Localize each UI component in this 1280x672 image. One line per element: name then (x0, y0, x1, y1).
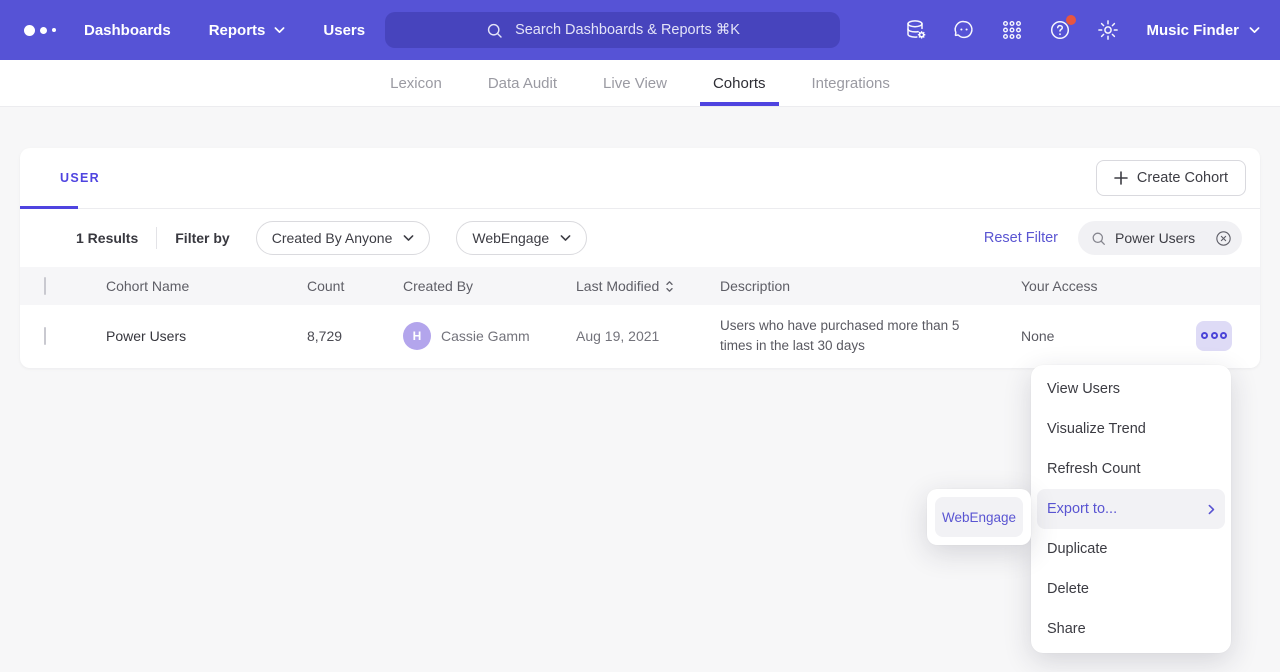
filter-by-label: Filter by (175, 230, 229, 246)
menu-item-label: Export to... (1047, 501, 1117, 517)
nav-item-dashboards[interactable]: Dashboards (84, 22, 171, 39)
access-cell: None (1021, 328, 1196, 344)
column-header-cohort-name[interactable]: Cohort Name (106, 278, 307, 294)
row-checkbox[interactable] (44, 327, 46, 345)
created-by-filter-dropdown[interactable]: Created By Anyone (256, 221, 431, 255)
table-row[interactable]: Power Users 8,729 H Cassie Gamm Aug 19, … (20, 305, 1260, 366)
row-select-cell (20, 328, 106, 344)
workspace-switcher[interactable]: Music Finder (1146, 22, 1260, 39)
workspace-name: Music Finder (1146, 22, 1239, 39)
column-header-your-access[interactable]: Your Access (1021, 278, 1196, 294)
menu-item-visualize-trend[interactable]: Visualize Trend (1031, 409, 1231, 449)
navbar-right-tools: Music Finder (904, 0, 1260, 60)
primary-nav: Dashboards Reports Users (84, 22, 365, 39)
menu-item-view-users[interactable]: View Users (1031, 369, 1231, 409)
column-header-count[interactable]: Count (307, 278, 403, 294)
nav-item-label: Reports (209, 22, 266, 39)
reset-filter-link[interactable]: Reset Filter (984, 230, 1058, 246)
created-by-name: Cassie Gamm (441, 328, 530, 344)
menu-item-delete[interactable]: Delete (1031, 569, 1231, 609)
cohort-search-box (1078, 221, 1242, 255)
description-cell: Users who have purchased more than 5 tim… (720, 316, 1021, 355)
select-all-checkbox[interactable] (44, 277, 46, 295)
results-count: 1 Results (76, 230, 138, 246)
chat-icon[interactable] (952, 18, 976, 42)
divider (156, 227, 157, 249)
help-icon[interactable] (1048, 18, 1072, 42)
filter-bar: 1 Results Filter by Created By Anyone We… (20, 209, 1260, 267)
tab-integrations[interactable]: Integrations (793, 60, 909, 106)
webengage-filter-value: WebEngage (472, 230, 549, 246)
row-actions-context-menu: View Users Visualize Trend Refresh Count… (1031, 365, 1231, 653)
nav-item-reports[interactable]: Reports (209, 22, 286, 39)
table-header-row: Cohort Name Count Created By Last Modifi… (20, 267, 1260, 305)
chevron-down-icon (274, 26, 285, 34)
export-to-submenu: WebEngage (927, 489, 1031, 545)
search-icon (485, 21, 504, 40)
top-navbar: Dashboards Reports Users Search Dashboar… (0, 0, 1280, 60)
column-header-created-by[interactable]: Created By (403, 278, 576, 294)
count-cell: 8,729 (307, 328, 403, 344)
chevron-down-icon (403, 234, 414, 242)
column-header-last-modified[interactable]: Last Modified (576, 278, 720, 294)
column-header-description[interactable]: Description (720, 278, 1021, 294)
chevron-down-icon (1249, 26, 1260, 34)
created-by-cell: H Cassie Gamm (403, 322, 576, 350)
cohort-search-input[interactable] (1115, 230, 1206, 246)
clear-search-icon[interactable] (1214, 229, 1233, 248)
submenu-item-webengage[interactable]: WebEngage (935, 497, 1023, 537)
tab-user[interactable]: USER (60, 171, 100, 185)
menu-item-export-to[interactable]: Export to... (1037, 489, 1225, 529)
card-header: USER Create Cohort (20, 148, 1260, 209)
row-actions-menu-button[interactable] (1196, 321, 1232, 351)
nav-item-label: Dashboards (84, 22, 171, 39)
cohorts-card: USER Create Cohort 1 Results Filter by C… (20, 148, 1260, 368)
tab-lexicon[interactable]: Lexicon (371, 60, 461, 106)
cohort-name-cell: Power Users (106, 328, 307, 344)
webengage-filter-dropdown[interactable]: WebEngage (456, 221, 587, 255)
notification-badge (1066, 15, 1076, 25)
apps-grid-icon[interactable] (1000, 18, 1024, 42)
create-cohort-button[interactable]: Create Cohort (1096, 160, 1246, 196)
active-tab-underline (20, 206, 78, 209)
column-header-label: Last Modified (576, 278, 659, 294)
data-settings-icon[interactable] (904, 18, 928, 42)
global-search-placeholder: Search Dashboards & Reports ⌘K (515, 22, 740, 38)
tab-live-view[interactable]: Live View (584, 60, 686, 106)
last-modified-cell: Aug 19, 2021 (576, 328, 720, 344)
avatar: H (403, 322, 431, 350)
search-icon (1090, 230, 1107, 247)
chevron-right-icon (1208, 504, 1215, 515)
sort-icon (665, 280, 674, 293)
section-tabbar: Lexicon Data Audit Live View Cohorts Int… (0, 60, 1280, 107)
plus-icon (1114, 171, 1128, 185)
menu-item-refresh-count[interactable]: Refresh Count (1031, 449, 1231, 489)
header-select-cell (20, 278, 106, 294)
tab-data-audit[interactable]: Data Audit (469, 60, 576, 106)
row-actions-cell (1196, 321, 1260, 351)
settings-icon[interactable] (1096, 18, 1120, 42)
menu-item-share[interactable]: Share (1031, 609, 1231, 649)
mixpanel-logo[interactable] (24, 25, 56, 36)
nav-item-label: Users (323, 22, 365, 39)
tab-cohorts[interactable]: Cohorts (694, 60, 785, 106)
menu-item-duplicate[interactable]: Duplicate (1031, 529, 1231, 569)
nav-item-users[interactable]: Users (323, 22, 365, 39)
create-cohort-label: Create Cohort (1137, 170, 1228, 186)
global-search-bar[interactable]: Search Dashboards & Reports ⌘K (385, 12, 840, 48)
created-by-filter-value: Created By Anyone (272, 230, 393, 246)
chevron-down-icon (560, 234, 571, 242)
